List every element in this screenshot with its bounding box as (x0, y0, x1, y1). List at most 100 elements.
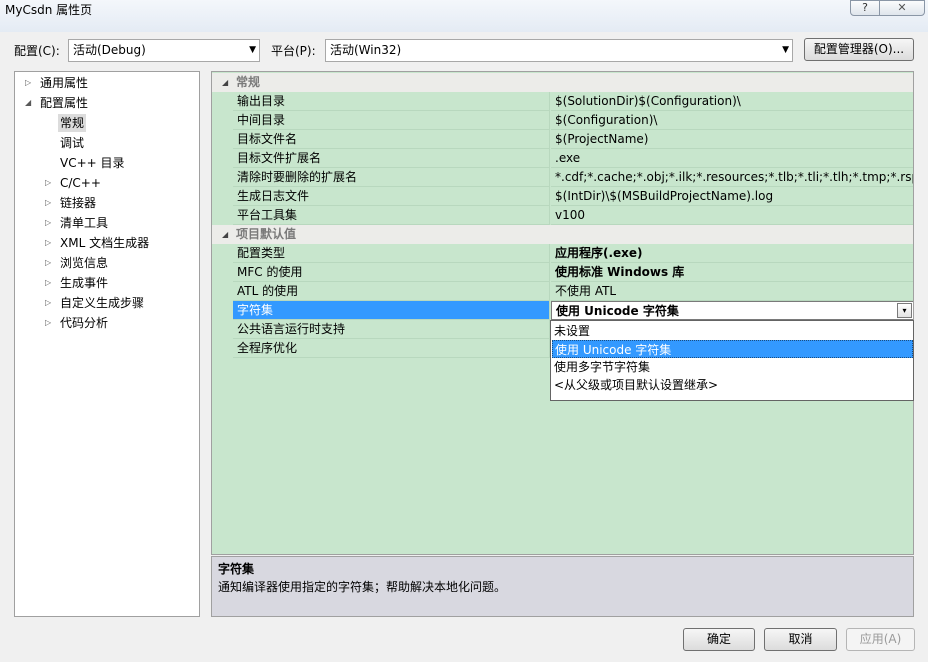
property-value-text: v100 (555, 208, 586, 222)
tree-item[interactable]: ▷ 生成事件 (15, 274, 199, 292)
tree-item-label: 链接器 (60, 196, 97, 210)
tree-item[interactable]: ▷ C/C++ (15, 174, 199, 192)
charset-dropdown-list[interactable]: 未设置 使用 Unicode 字符集 使用多字节字符集 <从父级或项目默认设置继承> (550, 320, 914, 401)
expand-icon[interactable]: ▷ (45, 314, 51, 332)
tree-item-label: 代码分析 (60, 316, 109, 330)
property-name: 目标文件扩展名 (233, 149, 550, 168)
description-text: 通知编译器使用指定的字符集；帮助解决本地化问题。 (218, 580, 507, 594)
tree-item[interactable]: ▷ 清单工具 (15, 214, 199, 232)
property-row[interactable]: 输出目录 $(SolutionDir)$(Configuration)\ (233, 92, 913, 111)
category-name: 项目默认值 (236, 227, 297, 241)
category-header[interactable]: ◢ 项目默认值 (212, 225, 913, 244)
property-value[interactable]: *.cdf;*.cache;*.obj;*.ilk;*.resources;*.… (551, 168, 913, 187)
property-row[interactable]: 配置类型 应用程序(.exe) (233, 244, 913, 263)
property-value[interactable]: .exe (551, 149, 913, 168)
property-value-text: $(SolutionDir)$(Configuration)\ (555, 94, 741, 108)
title-bar: MyCsdn 属性页 ? ✕ (0, 0, 928, 32)
property-value-text: $(Configuration)\ (555, 113, 658, 127)
property-name: 公共语言运行时支持 (233, 320, 550, 339)
dropdown-arrow-icon[interactable]: ▾ (897, 303, 912, 318)
property-row[interactable]: 生成日志文件 $(IntDir)\$(MSBuildProjectName).lo… (233, 187, 913, 206)
property-name: MFC 的使用 (233, 263, 550, 282)
chevron-down-icon: ▼ (782, 45, 789, 55)
close-button[interactable]: ✕ (879, 0, 925, 16)
collapse-icon[interactable]: ◢ (222, 73, 228, 92)
expand-icon[interactable]: ▷ (45, 194, 51, 212)
tree-item[interactable]: ▷ 代码分析 (15, 314, 199, 332)
property-row[interactable]: MFC 的使用 使用标准 Windows 库 (233, 263, 913, 282)
property-name: 生成日志文件 (233, 187, 550, 206)
property-value-text: $(IntDir)\$(MSBuildProjectName).log (555, 189, 774, 203)
property-value[interactable]: 使用 Unicode 字符集 ▾ (551, 301, 913, 320)
dropdown-option[interactable]: 使用 Unicode 字符集 (552, 340, 913, 358)
help-button[interactable]: ? (850, 0, 880, 16)
property-value[interactable]: v100 (551, 206, 913, 225)
property-row[interactable]: 中间目录 $(Configuration)\ (233, 111, 913, 130)
property-grid[interactable]: ◢ 常规输出目录 $(SolutionDir)$(Configuration)\ 中间… (211, 71, 914, 555)
expand-icon[interactable]: ▷ (25, 74, 31, 92)
config-manager-button[interactable]: 配置管理器(O)... (804, 38, 914, 61)
window-title: MyCsdn 属性页 (5, 3, 93, 17)
category-header[interactable]: ◢ 常规 (212, 73, 913, 92)
tree-item-label: 自定义生成步骤 (60, 296, 145, 310)
expand-icon[interactable]: ▷ (45, 174, 51, 192)
apply-button[interactable]: 应用(A) (846, 628, 915, 651)
platform-combo-value: 活动(Win32) (330, 43, 402, 57)
tree-item-label: C/C++ (60, 176, 101, 190)
property-row[interactable]: 目标文件名 $(ProjectName) (233, 130, 913, 149)
category-name: 常规 (236, 75, 261, 89)
tree-item-label: 生成事件 (60, 276, 109, 290)
config-combo-value: 活动(Debug) (73, 43, 146, 57)
property-value[interactable]: 不使用 ATL (551, 282, 913, 301)
collapse-icon[interactable]: ◢ (25, 94, 31, 112)
property-row[interactable]: 平台工具集 v100 (233, 206, 913, 225)
tree-item[interactable]: 调试 (15, 134, 199, 152)
property-value[interactable]: $(Configuration)\ (551, 111, 913, 130)
expand-icon[interactable]: ▷ (45, 254, 51, 272)
property-value[interactable]: $(ProjectName) (551, 130, 913, 149)
platform-label: 平台(P): (271, 44, 316, 58)
tree-item[interactable]: ◢ 配置属性 (15, 94, 199, 112)
expand-icon[interactable]: ▷ (45, 214, 51, 232)
dropdown-option[interactable]: 未设置 (552, 322, 913, 340)
tree-item-label: 清单工具 (60, 216, 109, 230)
chevron-down-icon: ▼ (249, 45, 256, 55)
tree-item[interactable]: ▷ 自定义生成步骤 (15, 294, 199, 312)
tree-item[interactable]: ▷ 链接器 (15, 194, 199, 212)
dropdown-option[interactable]: <从父级或项目默认设置继承> (552, 376, 913, 394)
property-row[interactable]: 目标文件扩展名 .exe (233, 149, 913, 168)
collapse-icon[interactable]: ◢ (222, 225, 228, 244)
config-label: 配置(C): (14, 44, 60, 58)
tree-item-label: VC++ 目录 (60, 156, 125, 170)
dropdown-option[interactable]: 使用多字节字符集 (552, 358, 913, 376)
property-tree[interactable]: ▷ 通用属性 ◢ 配置属性常规调试 VC++ 目录 ▷ C/C++ ▷ 链接器 ▷ 清单工具 ▷ XML… (14, 71, 200, 617)
property-value-text: .exe (555, 151, 581, 165)
platform-combo[interactable]: 活动(Win32) ▼ (325, 39, 793, 62)
tree-item[interactable]: ▷ XML 文档生成器 (15, 234, 199, 252)
property-value[interactable]: 使用标准 Windows 库 (551, 263, 913, 282)
tree-item-label: 浏览信息 (60, 256, 109, 270)
expand-icon[interactable]: ▷ (45, 234, 51, 252)
property-value-text: 不使用 ATL (555, 284, 617, 298)
config-combo[interactable]: 活动(Debug) ▼ (68, 39, 260, 62)
property-name: 清除时要删除的扩展名 (233, 168, 550, 187)
tree-item[interactable]: ▷ 浏览信息 (15, 254, 199, 272)
expand-icon[interactable]: ▷ (45, 294, 51, 312)
property-value[interactable]: $(IntDir)\$(MSBuildProjectName).log (551, 187, 913, 206)
tree-item[interactable]: 常规 (15, 114, 199, 132)
property-row[interactable]: 清除时要删除的扩展名 *.cdf;*.cache;*.obj;*.ilk;*.re… (233, 168, 913, 187)
property-row[interactable]: ATL 的使用 不使用 ATL (233, 282, 913, 301)
tree-item[interactable]: ▷ 通用属性 (15, 74, 199, 92)
property-name: 配置类型 (233, 244, 550, 263)
ok-button[interactable]: 确定 (683, 628, 755, 651)
description-title: 字符集 (218, 562, 255, 576)
cancel-button[interactable]: 取消 (764, 628, 837, 651)
property-value-text: 使用 Unicode 字符集 (556, 304, 679, 318)
tree-item[interactable]: VC++ 目录 (15, 154, 199, 172)
tree-item-label: 调试 (60, 136, 85, 150)
property-value[interactable]: $(SolutionDir)$(Configuration)\ (551, 92, 913, 111)
expand-icon[interactable]: ▷ (45, 274, 51, 292)
property-row[interactable]: 字符集 使用 Unicode 字符集 ▾ (233, 301, 913, 320)
property-value-text: *.cdf;*.cache;*.obj;*.ilk;*.resources;*.… (555, 170, 913, 184)
property-value[interactable]: 应用程序(.exe) (551, 244, 913, 263)
